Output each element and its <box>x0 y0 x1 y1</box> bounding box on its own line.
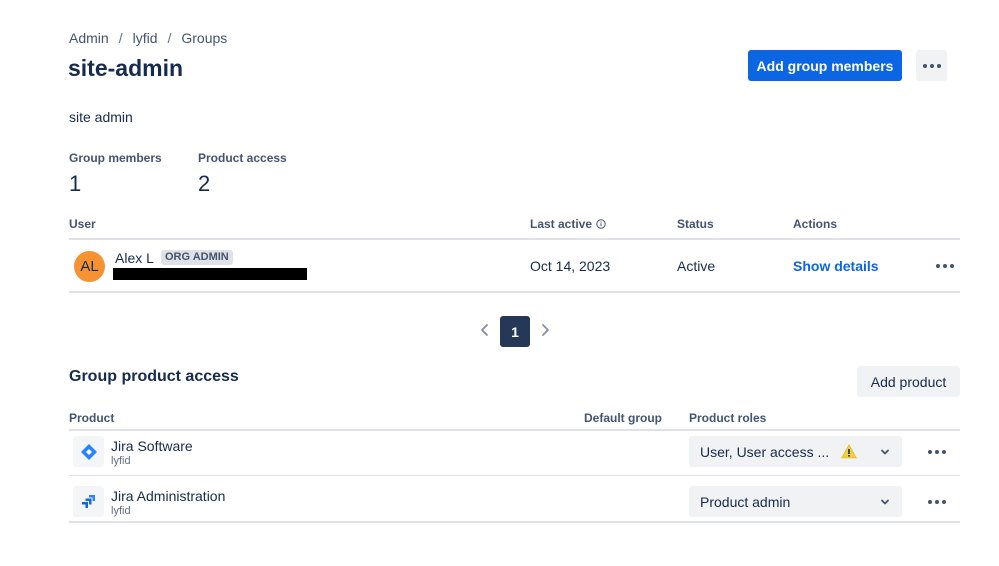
add-group-members-button[interactable]: Add group members <box>748 50 902 81</box>
column-header-product: Product <box>69 411 115 425</box>
product-name: Jira Administration <box>111 488 226 504</box>
org-admin-badge: ORG ADMIN <box>161 250 233 265</box>
previous-page-button[interactable] <box>477 322 493 338</box>
product-table-bottom-divider <box>69 521 960 523</box>
jira-software-icon <box>73 436 104 467</box>
chevron-down-icon <box>879 496 891 508</box>
product-roles-value: User, User access ... <box>700 443 830 460</box>
add-product-button[interactable]: Add product <box>857 366 960 397</box>
product-site: lyfid <box>111 455 131 467</box>
breadcrumb-lyfid[interactable]: lyfid <box>133 30 158 46</box>
warning-icon <box>841 444 857 459</box>
product-roles-value: Product admin <box>700 493 791 510</box>
more-icon <box>922 63 941 68</box>
stat-label: Group members <box>69 151 162 165</box>
group-description: site admin <box>69 109 133 125</box>
jira-administration-icon <box>73 486 104 517</box>
avatar: AL <box>74 251 105 282</box>
status-value: Active <box>677 258 716 274</box>
page-title: site-admin <box>68 55 184 81</box>
next-page-button[interactable] <box>537 322 553 338</box>
stat-product-access: Product access 2 <box>198 151 287 197</box>
info-icon[interactable] <box>596 219 606 229</box>
column-header-user[interactable]: User <box>69 217 96 231</box>
breadcrumb: Admin / lyfid / Groups <box>69 30 227 46</box>
product-table-header-divider <box>69 429 960 431</box>
column-header-actions: Actions <box>793 217 838 231</box>
section-title-product-access: Group product access <box>69 368 239 385</box>
stat-value: 2 <box>198 171 211 196</box>
column-header-status: Status <box>677 217 714 231</box>
user-name: Alex L <box>115 250 154 266</box>
product-site: lyfid <box>111 505 131 517</box>
chevron-left-icon <box>481 324 488 336</box>
breadcrumb-separator: / <box>118 30 123 46</box>
more-icon <box>928 500 946 504</box>
row-more-button[interactable] <box>933 258 957 274</box>
stat-group-members: Group members 1 <box>69 151 162 197</box>
stat-value: 1 <box>69 171 82 196</box>
chevron-down-icon <box>879 446 891 458</box>
column-header-default-group: Default group <box>584 411 662 425</box>
redacted-email <box>113 268 307 280</box>
product-name: Jira Software <box>111 438 193 454</box>
product-roles-select[interactable]: Product admin <box>689 486 902 517</box>
column-header-label: Last active <box>530 217 593 231</box>
page-1-button[interactable]: 1 <box>500 316 530 347</box>
show-details-link[interactable]: Show details <box>793 258 879 274</box>
more-icon <box>936 264 954 268</box>
table-header-divider <box>69 238 960 240</box>
breadcrumb-admin[interactable]: Admin <box>69 30 109 46</box>
column-header-product-roles: Product roles <box>689 411 767 425</box>
column-header-last-active[interactable]: Last active <box>530 217 606 231</box>
row-more-button[interactable] <box>925 494 949 510</box>
more-icon <box>928 450 946 454</box>
more-actions-button[interactable] <box>916 50 947 81</box>
breadcrumb-separator: / <box>167 30 172 46</box>
breadcrumb-groups[interactable]: Groups <box>181 30 227 46</box>
chevron-right-icon <box>542 324 549 336</box>
product-roles-select[interactable]: User, User access ... <box>689 436 902 467</box>
row-more-button[interactable] <box>925 444 949 460</box>
table-bottom-divider <box>69 291 960 293</box>
stat-label: Product access <box>198 151 287 165</box>
last-active-value: Oct 14, 2023 <box>530 258 611 274</box>
product-row-divider <box>69 475 960 476</box>
